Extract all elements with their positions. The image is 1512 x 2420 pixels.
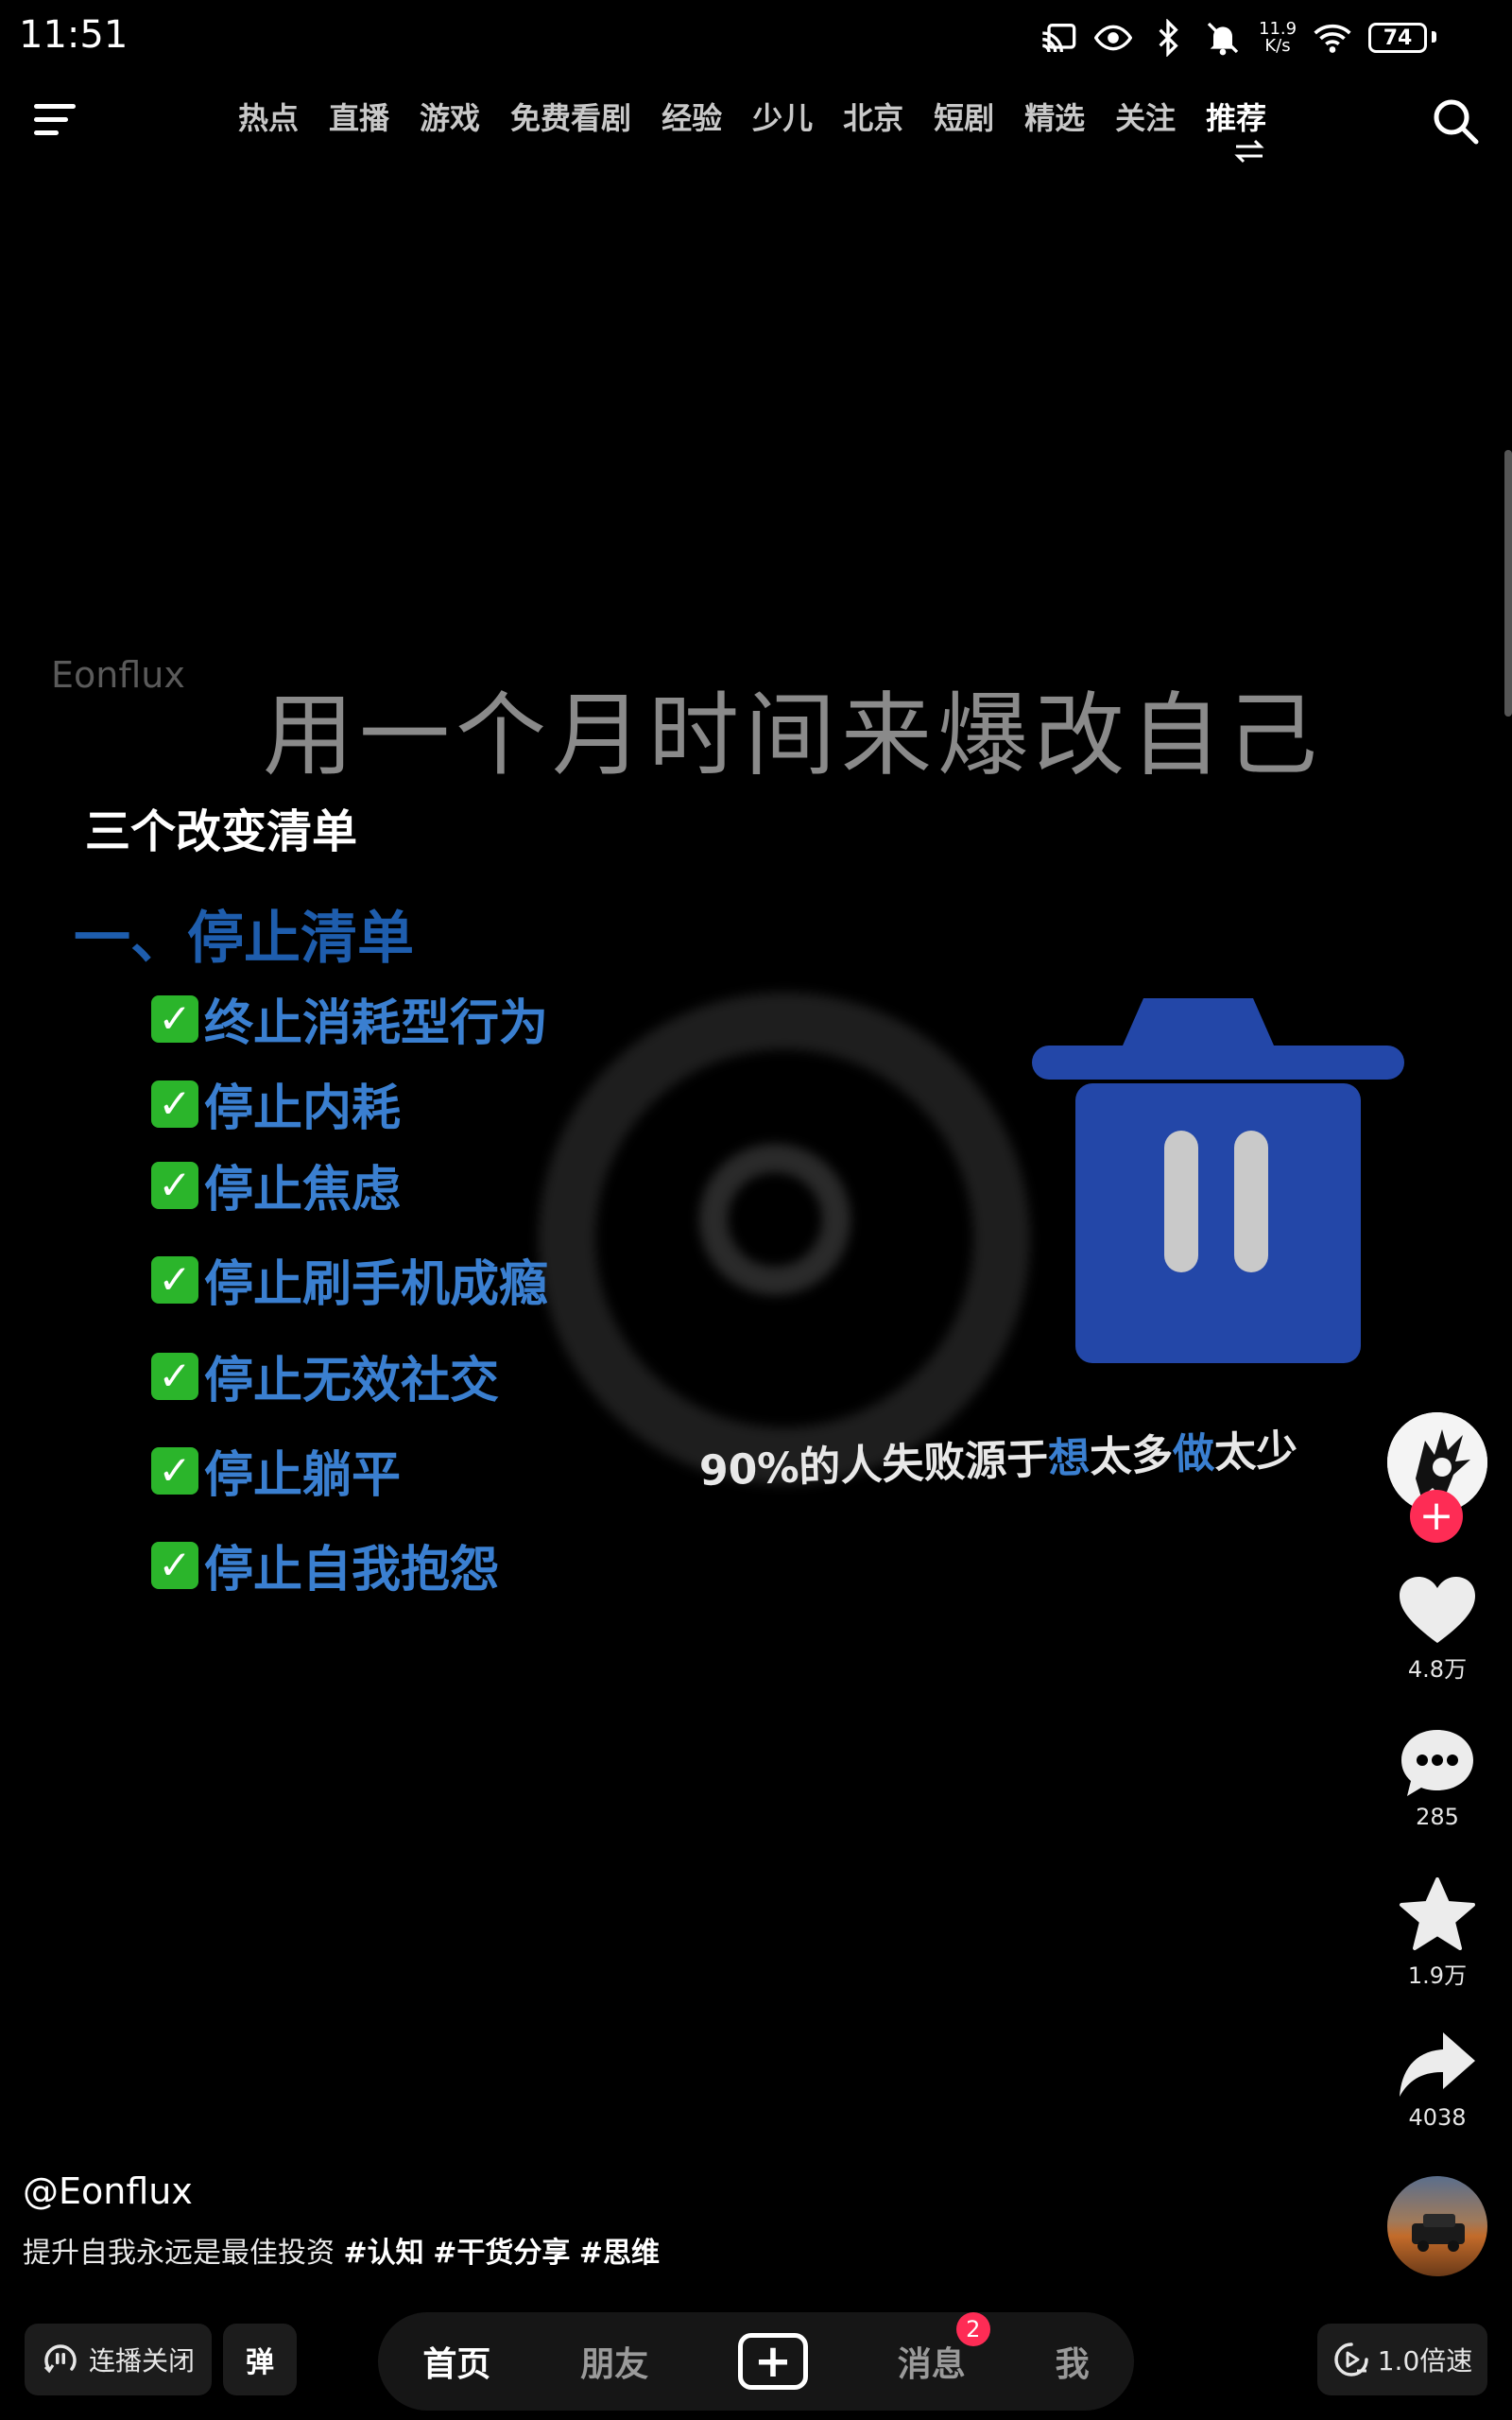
video-watermark: Eonflux bbox=[51, 654, 185, 696]
danmaku-button[interactable]: 弹 bbox=[223, 2324, 297, 2395]
playback-speed-button[interactable]: 1.0倍速 bbox=[1317, 2324, 1487, 2395]
tab-following[interactable]: 关注 bbox=[1100, 95, 1191, 138]
nav-messages[interactable]: 消息 2 bbox=[897, 2312, 990, 2386]
checkmark-icon: ✓ bbox=[151, 994, 198, 1043]
loading-ring-inner bbox=[699, 1144, 850, 1295]
share-button[interactable]: 4038 bbox=[1382, 2031, 1493, 2131]
favorite-button[interactable]: 1.9万 bbox=[1382, 1877, 1493, 1990]
eye-icon bbox=[1094, 25, 1132, 51]
like-count: 4.8万 bbox=[1407, 1656, 1468, 1683]
checkmark-icon: ✓ bbox=[151, 1352, 198, 1400]
check-item: ✓ 停止刷手机成瘾 bbox=[151, 1244, 548, 1315]
speed-icon bbox=[1334, 2342, 1368, 2377]
checkmark-icon: ✓ bbox=[151, 1255, 198, 1304]
tab-kids[interactable]: 少儿 bbox=[737, 95, 828, 138]
check-item: ✓ 停止躺平 bbox=[151, 1435, 401, 1506]
tab-short-drama[interactable]: 短剧 bbox=[919, 95, 1009, 138]
checkmark-icon: ✓ bbox=[151, 1161, 198, 1209]
trash-can-icon bbox=[1032, 998, 1404, 1363]
check-item-label: 停止无效社交 bbox=[204, 1353, 500, 1409]
check-item: ✓ 终止消耗型行为 bbox=[151, 983, 548, 1054]
tab-games[interactable]: 游戏 bbox=[404, 95, 495, 138]
tab-recommended[interactable]: 推荐 bbox=[1191, 95, 1281, 138]
message-badge: 2 bbox=[955, 2312, 990, 2346]
tab-experience[interactable]: 经验 bbox=[646, 95, 737, 138]
share-arrow-icon bbox=[1400, 2032, 1475, 2097]
caption-highlight: 想 bbox=[1047, 1433, 1091, 1484]
tab-featured[interactable]: 精选 bbox=[1009, 95, 1100, 138]
hashtag-link[interactable]: #认知 bbox=[344, 2237, 424, 2270]
net-speed: 11.9 K/s bbox=[1259, 21, 1297, 55]
status-icons: 11.9 K/s 74 bbox=[1040, 19, 1427, 57]
tab-beijing[interactable]: 北京 bbox=[828, 95, 919, 138]
swap-icon[interactable] bbox=[1232, 138, 1266, 164]
check-item-label: 停止内耗 bbox=[204, 1080, 402, 1137]
menu-icon[interactable] bbox=[32, 98, 83, 142]
autoplay-label: 连播关闭 bbox=[88, 2345, 195, 2377]
music-disc[interactable] bbox=[1387, 2176, 1487, 2276]
check-item-label: 停止自我抱怨 bbox=[204, 1542, 500, 1599]
nav-messages-label: 消息 bbox=[897, 2345, 966, 2384]
comment-icon bbox=[1401, 1730, 1473, 1796]
check-item: ✓ 停止内耗 bbox=[151, 1068, 401, 1139]
checkmark-icon: ✓ bbox=[151, 1080, 198, 1128]
tab-hot[interactable]: 热点 bbox=[223, 95, 314, 138]
check-item: ✓ 停止无效社交 bbox=[151, 1340, 499, 1411]
star-icon bbox=[1400, 1877, 1475, 1950]
video-title: 用一个月时间来爆改自己 bbox=[263, 683, 1323, 788]
description-text: 提升自我永远是最佳投资 bbox=[23, 2237, 335, 2270]
caption-text: 太多 bbox=[1089, 1430, 1175, 1482]
caption-text: 90%的人失败源于 bbox=[698, 1435, 1050, 1495]
comment-count: 285 bbox=[1416, 1804, 1459, 1830]
wifi-icon bbox=[1314, 24, 1351, 53]
hashtag-link[interactable]: #思维 bbox=[579, 2237, 660, 2270]
bluetooth-icon bbox=[1159, 19, 1178, 57]
top-tabs: 热点 直播 游戏 免费看剧 经验 少儿 北京 短剧 精选 关注 推荐 bbox=[223, 95, 1281, 138]
speed-label: 1.0倍速 bbox=[1377, 2345, 1473, 2377]
check-item-label: 停止刷手机成瘾 bbox=[204, 1256, 549, 1313]
checkmark-icon: ✓ bbox=[151, 1446, 198, 1495]
battery-level: 74 bbox=[1368, 23, 1427, 53]
autoplay-toggle-button[interactable]: 连播关闭 bbox=[25, 2324, 212, 2395]
bottom-nav: 首页 朋友 + 消息 2 我 bbox=[378, 2312, 1134, 2411]
battery-indicator: 74 bbox=[1368, 23, 1427, 53]
list-heading: 三个改变清单 bbox=[85, 805, 358, 858]
author-username[interactable]: @Eonflux bbox=[23, 2170, 193, 2212]
section-title: 一、停止清单 bbox=[74, 906, 414, 972]
share-count: 4038 bbox=[1408, 2104, 1467, 2131]
check-item: ✓ 停止自我抱怨 bbox=[151, 1530, 499, 1600]
follow-button[interactable]: + bbox=[1410, 1490, 1463, 1543]
scrollbar[interactable] bbox=[1504, 450, 1512, 717]
create-button[interactable]: + bbox=[737, 2333, 808, 2390]
caption-highlight: 做 bbox=[1172, 1428, 1216, 1479]
tab-free-drama[interactable]: 免费看剧 bbox=[495, 95, 646, 138]
favorite-count: 1.9万 bbox=[1407, 1962, 1468, 1989]
nav-me[interactable]: 我 bbox=[1056, 2337, 1090, 2386]
car-icon bbox=[1412, 2214, 1465, 2252]
nav-home[interactable]: 首页 bbox=[422, 2337, 490, 2386]
status-time: 11:51 bbox=[19, 13, 129, 57]
check-item: ✓ 停止焦虑 bbox=[151, 1150, 401, 1220]
net-speed-unit: K/s bbox=[1264, 36, 1291, 56]
heart-icon bbox=[1400, 1577, 1475, 1643]
cast-icon bbox=[1042, 24, 1076, 53]
check-item-label: 停止躺平 bbox=[204, 1447, 402, 1504]
comment-button[interactable]: 285 bbox=[1382, 1728, 1493, 1830]
caption-text: 太少 bbox=[1213, 1426, 1298, 1478]
nav-friends[interactable]: 朋友 bbox=[580, 2337, 648, 2386]
search-icon[interactable] bbox=[1429, 95, 1482, 147]
check-item-label: 停止焦虑 bbox=[204, 1162, 402, 1219]
like-button[interactable]: 4.8万 bbox=[1382, 1577, 1493, 1684]
hashtag-link[interactable]: #干货分享 bbox=[433, 2237, 570, 2270]
checkmark-icon: ✓ bbox=[151, 1541, 198, 1589]
post-description: 提升自我永远是最佳投资 #认知 #干货分享 #思维 bbox=[23, 2229, 660, 2271]
tab-live[interactable]: 直播 bbox=[314, 95, 404, 138]
autoplay-icon bbox=[43, 2344, 77, 2374]
check-item-label: 终止消耗型行为 bbox=[204, 995, 549, 1052]
mute-bell-icon bbox=[1207, 22, 1239, 56]
